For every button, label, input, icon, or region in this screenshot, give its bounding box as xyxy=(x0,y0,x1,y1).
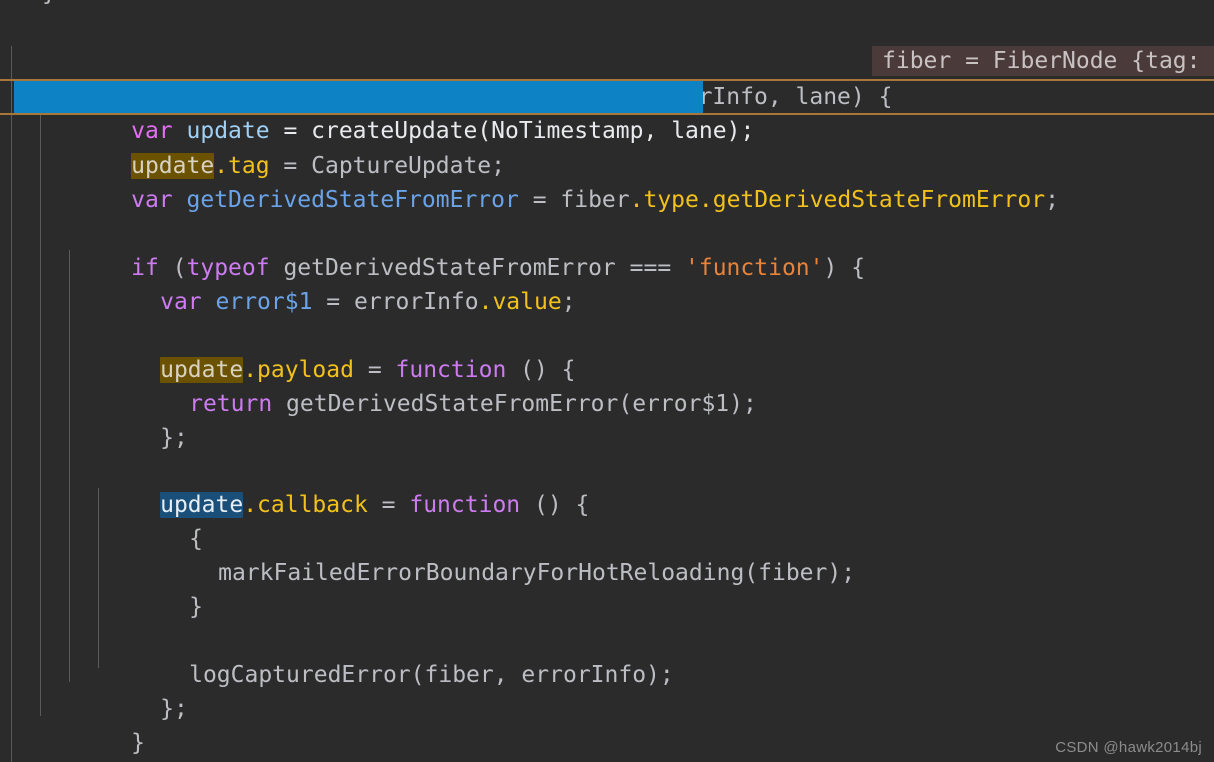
token-close-brace: } xyxy=(131,730,145,756)
token-property-getderivedstatefromerror: .getDerivedStateFromError xyxy=(698,187,1046,213)
token-arg-lane: lane xyxy=(671,118,727,144)
code-line: if (typeof getDerivedStateFromError === … xyxy=(48,217,865,281)
code-line: var getDerivedStateFromError = fiber.typ… xyxy=(48,149,1059,213)
token-assign: = xyxy=(518,187,561,213)
token-close-brace-semi: }; xyxy=(160,696,188,722)
token-assign: = xyxy=(367,492,410,518)
code-line: { xyxy=(106,488,203,552)
inline-debugger-value-hint[interactable]: fiber = FiberNode {tag: xyxy=(872,46,1214,76)
code-content: function createClassErrorUpdate(fiber, e… xyxy=(0,0,1214,762)
code-line: }; xyxy=(77,387,188,451)
token-close-brace: } xyxy=(189,594,203,620)
token-paren-close-brace: ) { xyxy=(823,255,866,281)
code-line: } xyxy=(48,692,145,756)
token-paren-close-semi: ); xyxy=(726,118,755,144)
code-line: } xyxy=(106,556,203,620)
current-statement-selection xyxy=(14,81,703,113)
token-string-function: 'function' xyxy=(685,255,824,281)
token-property-callback: .callback xyxy=(243,492,368,518)
code-line: var error$1 = errorInfo.value; xyxy=(77,251,575,315)
code-line: }; xyxy=(77,658,188,722)
token-keyword-return: return xyxy=(189,391,273,417)
token-call-markfailederrorboundaryforhotreloading: markFailedErrorBoundaryForHotReloading(f… xyxy=(218,560,856,586)
code-line: update.payload = function () { xyxy=(77,319,576,383)
token-var-getderivedstatefromerror: getDerivedStateFromError xyxy=(186,187,519,213)
token-object-fiber: fiber xyxy=(560,187,630,213)
token-comma: , xyxy=(767,84,796,110)
token-operator-strict-equals: === xyxy=(629,255,686,281)
token-paren-close-brace: ) { xyxy=(850,84,893,110)
token-arg-notimestamp: NoTimestamp xyxy=(491,118,644,144)
token-semicolon: ; xyxy=(1045,187,1059,213)
token-property-value: .value xyxy=(478,289,562,315)
token-call-logcapturederror: logCapturedError(fiber, errorInfo); xyxy=(189,662,674,688)
code-editor[interactable]: } fiber = FiberNode {tag: function creat… xyxy=(0,0,1214,762)
code-line: update.tag = CaptureUpdate; xyxy=(48,115,505,179)
token-keyword-var: var xyxy=(160,289,202,315)
token-property-type: .type xyxy=(629,187,699,213)
token-call-getderivedstatefromerror: getDerivedStateFromError(error$1); xyxy=(272,391,757,417)
code-line: markFailedErrorBoundaryForHotReloading(f… xyxy=(135,522,855,586)
token-assign: = xyxy=(312,289,354,315)
code-line: logCapturedError(fiber, errorInfo); xyxy=(106,624,674,688)
token-params-brace: () { xyxy=(520,492,590,518)
token-close-brace-semi: }; xyxy=(160,425,188,451)
watermark: CSDN @hawk2014bj xyxy=(1055,739,1202,756)
code-line: function createClassErrorUpdate(fiber, e… xyxy=(20,46,892,110)
token-object-errorinfo: errorInfo xyxy=(353,289,479,315)
token-semicolon: ; xyxy=(561,289,576,315)
code-line: update.callback = function () { xyxy=(77,454,589,518)
token-comma: , xyxy=(643,118,672,144)
token-keyword-var: var xyxy=(131,187,173,213)
token-var-error1: error$1 xyxy=(215,289,313,315)
code-line: return getDerivedStateFromError(error$1)… xyxy=(106,353,757,417)
token-keyword-function: function xyxy=(409,492,521,518)
token-param-lane: lane xyxy=(795,84,851,110)
